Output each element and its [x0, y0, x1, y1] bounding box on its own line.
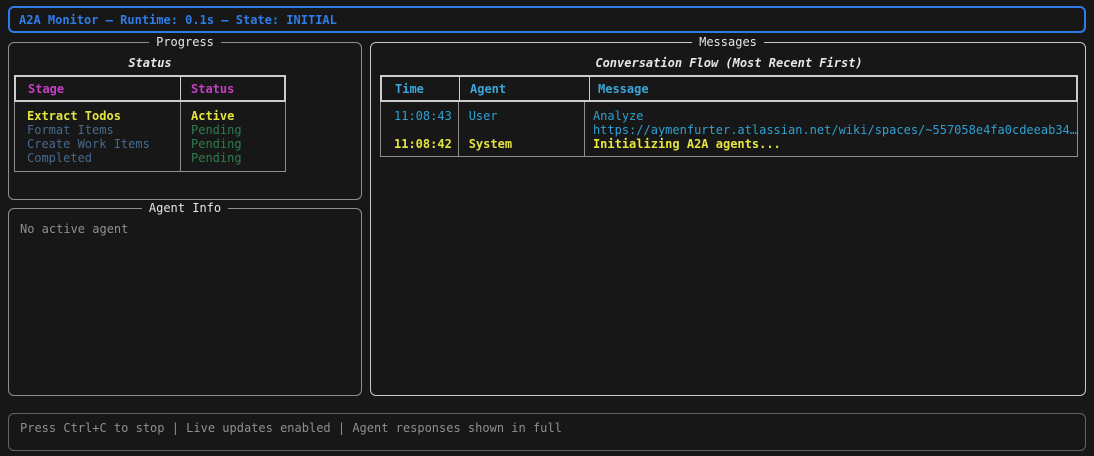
message-cell: Analyze	[592, 109, 644, 123]
status-cell: Pending	[191, 151, 242, 165]
time-column: 11:08:43 11:08:42	[381, 102, 458, 156]
time-cell: 11:08:43	[394, 109, 452, 123]
status-cell: Pending	[191, 123, 242, 137]
stage-cell: Format Items	[27, 123, 114, 137]
message-url-link[interactable]: https://aymenfurter.atlassian.net/wiki/s…	[585, 123, 1077, 137]
column-header-status: Status	[180, 77, 284, 100]
message-column: Analyze https://aymenfurter.atlassian.ne…	[583, 102, 1077, 156]
column-header-agent: Agent	[459, 77, 589, 100]
progress-panel: Progress Status Stage Status Extract Tod…	[8, 35, 362, 200]
footer-hint-text: Press Ctrl+C to stop | Live updates enab…	[20, 421, 562, 435]
stage-column: Extract Todos Format Items Create Work I…	[15, 102, 180, 171]
messages-table-header: Time Agent Message	[380, 75, 1078, 102]
status-cell: Active	[191, 109, 235, 123]
time-cell: 11:08:42	[394, 137, 452, 151]
stage-cell: Completed	[27, 151, 93, 165]
messages-panel-title: Messages	[692, 35, 764, 50]
stage-cell: Create Work Items	[27, 137, 150, 151]
messages-table-body: 11:08:43 11:08:42 User System Analyze ht…	[380, 102, 1078, 157]
column-header-time: Time	[395, 81, 424, 96]
a2a-monitor-app: A2A Monitor — Runtime: 0.1s — State: INI…	[0, 0, 1094, 456]
agent-cell: User	[468, 109, 498, 123]
agent-info-panel-title: Agent Info	[141, 201, 229, 216]
status-table-body: Extract Todos Format Items Create Work I…	[14, 102, 286, 172]
status-column: Active Pending Pending Pending	[180, 102, 285, 171]
status-table: Stage Status Extract Todos Format Items …	[14, 75, 286, 172]
column-header-stage: Stage	[28, 81, 65, 96]
column-header-message: Message	[589, 77, 1076, 100]
status-table-title: Status	[128, 56, 172, 70]
agent-info-panel: Agent Info No active agent	[8, 201, 362, 396]
agent-cell: System	[468, 137, 513, 151]
messages-panel: Messages Conversation Flow (Most Recent …	[370, 35, 1086, 396]
app-title: A2A Monitor — Runtime: 0.1s — State: INI…	[19, 12, 337, 27]
stage-cell: Extract Todos	[27, 109, 121, 123]
footer-hint-bar: Press Ctrl+C to stop | Live updates enab…	[8, 413, 1086, 451]
agent-column: User System	[457, 102, 584, 156]
progress-panel-title: Progress	[149, 35, 221, 50]
header-bar: A2A Monitor — Runtime: 0.1s — State: INI…	[8, 6, 1086, 33]
message-cell: Initializing A2A agents...	[592, 137, 781, 151]
status-cell: Pending	[191, 137, 242, 151]
messages-table: Time Agent Message 11:08:43 11:08:42 Use…	[380, 75, 1078, 157]
conversation-flow-title: Conversation Flow (Most Recent First)	[595, 56, 863, 70]
status-table-header: Stage Status	[14, 75, 286, 102]
